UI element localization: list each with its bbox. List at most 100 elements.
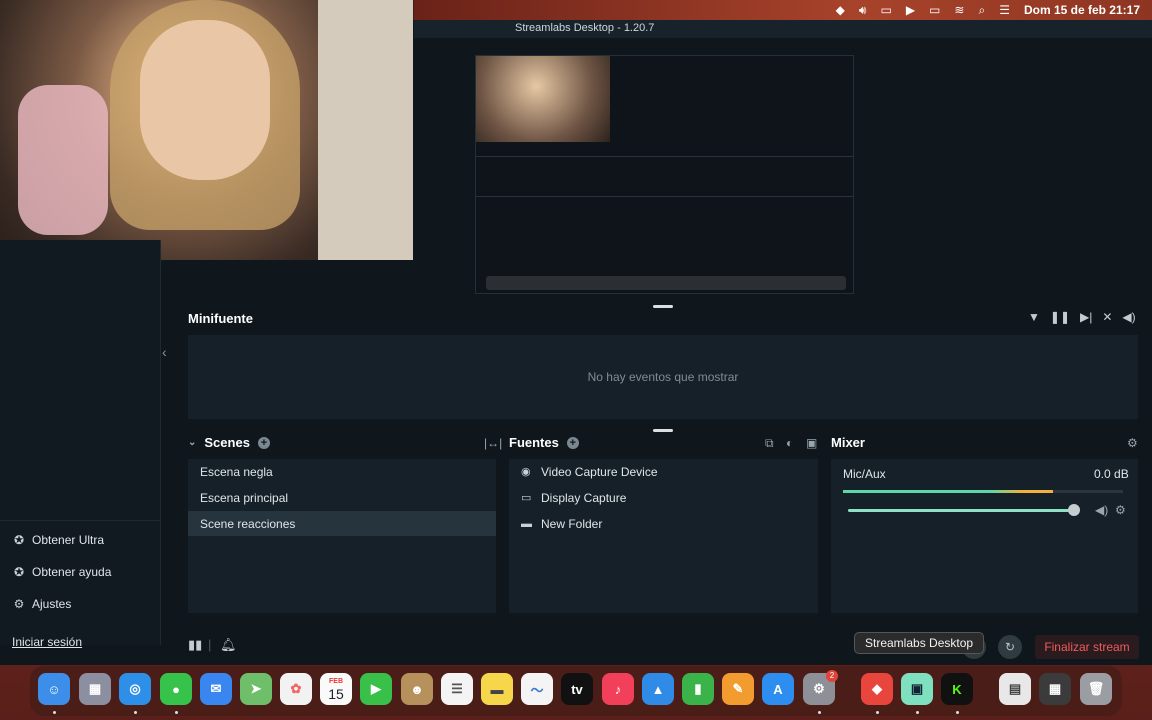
sidebar-divider — [0, 520, 160, 521]
dock-running-indicator — [916, 711, 919, 714]
sidebar-item-help[interactable]: ✪ Obtener ayuda — [12, 565, 111, 579]
notification-icon[interactable]: ◆ — [836, 0, 845, 20]
stream-preview[interactable] — [475, 55, 854, 294]
maps-icon[interactable]: ➤ — [240, 673, 272, 705]
dock-running-indicator — [134, 711, 137, 714]
facetime-icon[interactable]: ▶ — [360, 673, 392, 705]
notes-icon[interactable]: ▬ — [481, 673, 513, 705]
minifuente-toolbar: ▼ ❚❚ ▶| ✕ ◀) — [1028, 310, 1136, 324]
anydesk-icon[interactable]: ◆ — [861, 673, 893, 705]
wifi-icon[interactable]: ≋ — [954, 0, 964, 20]
app-store-icon[interactable]: A — [762, 673, 794, 705]
bell-icon[interactable]: 🔔︎ — [220, 637, 237, 653]
music-icon[interactable]: ♪ — [602, 673, 634, 705]
keynote-icon[interactable]: ▲ — [642, 673, 674, 705]
settings-badge: 2 — [826, 670, 838, 682]
messages-icon[interactable]: ● — [160, 673, 192, 705]
source-group-icon[interactable]: ⧉ — [765, 436, 774, 451]
webcam-background-chair — [18, 85, 108, 235]
reminders-icon[interactable]: ☰ — [441, 673, 473, 705]
pages-icon[interactable]: ✎ — [722, 673, 754, 705]
scene-item[interactable]: Escena negla — [188, 459, 496, 484]
dock-running-indicator — [175, 711, 178, 714]
replay-icon[interactable]: ↻ — [998, 635, 1022, 659]
window-title: Streamlabs Desktop - 1.20.7 — [515, 22, 655, 34]
launchpad-icon[interactable]: ▦ — [79, 673, 111, 705]
sources-list: ◉ Video Capture Device ▭ Display Capture… — [509, 459, 818, 613]
preview-webcam — [476, 56, 610, 142]
chevron-left-icon[interactable]: ‹ — [162, 344, 167, 360]
sidebar-item-ultra[interactable]: ✪ Obtener Ultra — [12, 533, 104, 547]
scenes-header: ⌄ Scenes + — [188, 435, 270, 450]
source-item[interactable]: ▭ Display Capture — [509, 485, 818, 510]
menubar-clock[interactable]: Dom 15 de feb 21:17 — [1024, 0, 1140, 20]
end-stream-button[interactable]: Finalizar stream — [1035, 635, 1139, 659]
speaker-icon[interactable]: ◀) — [1095, 503, 1108, 517]
webcam-background-door — [318, 0, 413, 260]
volume-icon[interactable]: ◀) — [1122, 310, 1135, 324]
gear-icon[interactable]: ⚙ — [1115, 503, 1126, 517]
finder-icon[interactable]: ☺ — [38, 673, 70, 705]
empty-state-text: No hay eventos que mostrar — [587, 370, 739, 384]
source-sound-icon[interactable]: ◐ — [786, 436, 793, 450]
skip-icon[interactable]: ▶| — [1080, 310, 1092, 324]
pause-icon[interactable]: ❚❚ — [1050, 310, 1070, 324]
sidebar-item-settings[interactable]: ⚙ Ajustes — [12, 597, 72, 611]
login-link[interactable]: Iniciar sesión — [12, 635, 82, 649]
mixer-header: Mixer — [831, 435, 865, 450]
chevron-down-icon[interactable]: ⌄ — [188, 437, 196, 448]
trash-icon[interactable]: 🗑︎ — [1080, 673, 1112, 705]
freeform-icon[interactable]: 〜 — [521, 673, 553, 705]
mixer-channel-name: Mic/Aux — [843, 467, 886, 481]
source-item[interactable]: ▬ New Folder — [509, 511, 818, 536]
filter-icon[interactable]: ▼ — [1028, 310, 1040, 324]
folder-icon: ▬ — [521, 517, 532, 530]
resize-handle[interactable] — [653, 305, 673, 308]
scene-transition-icon[interactable]: |↔| — [484, 436, 502, 450]
ultra-icon: ✪ — [13, 533, 25, 547]
volume-icon[interactable]: 🔊︎ — [859, 0, 867, 20]
document-icon[interactable]: ▤ — [999, 673, 1031, 705]
mute-icon[interactable]: ✕ — [1102, 310, 1112, 324]
control-center-icon[interactable]: ☰ — [999, 0, 1010, 20]
stats-icon[interactable]: ▮▮ — [188, 637, 202, 653]
window-titlebar[interactable]: Streamlabs Desktop - 1.20.7 — [414, 20, 1152, 38]
footer-separator: | — [208, 637, 212, 652]
resize-handle[interactable] — [653, 429, 673, 432]
add-source-icon[interactable]: + — [566, 436, 579, 449]
streamlabs-icon[interactable]: ▣ — [901, 673, 933, 705]
kick-icon[interactable]: K — [941, 673, 973, 705]
search-icon[interactable]: ⌕ — [978, 0, 985, 20]
calendar-icon[interactable]: FEB 15 — [320, 673, 352, 705]
folder-add-icon[interactable]: ▣ — [806, 436, 817, 450]
apple-tv-label: tv — [571, 681, 583, 697]
source-item-label: New Folder — [541, 516, 603, 531]
gear-icon[interactable]: ⚙ — [1127, 436, 1138, 450]
contacts-icon[interactable]: ☻ — [401, 673, 433, 705]
audio-meter-fill — [843, 490, 1053, 493]
dock-running-indicator — [53, 711, 56, 714]
apple-tv-icon[interactable]: tv — [561, 673, 593, 705]
volume-slider-handle[interactable] — [1068, 504, 1080, 516]
scene-item-selected[interactable]: Scene reacciones — [188, 511, 496, 536]
volume-slider[interactable] — [848, 509, 1074, 512]
scene-item-label: Escena negla — [200, 464, 273, 479]
screen-mirror-icon[interactable]: ▭ — [880, 0, 891, 20]
battery-icon[interactable]: ▭ — [929, 0, 940, 20]
webcam-overlay — [0, 0, 413, 260]
scenes-list: Escena negla Escena principal Scene reac… — [188, 459, 496, 613]
add-scene-icon[interactable]: + — [257, 436, 270, 449]
source-item[interactable]: ◉ Video Capture Device — [509, 459, 818, 484]
photos-icon[interactable]: ✿ — [280, 673, 312, 705]
mail-icon[interactable]: ✉ — [200, 673, 232, 705]
play-icon[interactable]: ▶ — [906, 0, 915, 20]
safari-icon[interactable]: ◎ — [119, 673, 151, 705]
calendar-month: FEB — [329, 677, 343, 685]
minifuente-feed: No hay eventos que mostrar — [188, 335, 1138, 419]
scene-item[interactable]: Escena principal — [188, 485, 496, 510]
numbers-icon[interactable]: ▮ — [682, 673, 714, 705]
monitor-icon: ▭ — [521, 492, 532, 504]
scene-item-label: Scene reacciones — [200, 516, 296, 531]
screenshot-stack-icon[interactable]: ▦ — [1039, 673, 1071, 705]
preview-divider — [476, 196, 853, 197]
